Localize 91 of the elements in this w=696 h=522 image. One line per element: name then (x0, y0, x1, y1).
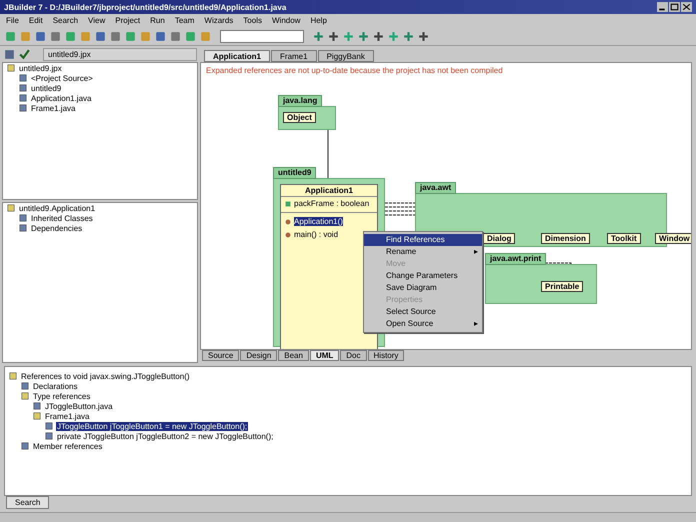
toolbar-icon[interactable] (312, 30, 325, 42)
class-box[interactable]: Toolkit (607, 233, 641, 244)
toolbar-icon[interactable] (372, 30, 385, 42)
node-icon (7, 204, 15, 212)
toolbar-icon[interactable] (357, 30, 370, 42)
class-box[interactable]: Printable (541, 281, 584, 292)
menu-item[interactable]: Tools (243, 16, 262, 25)
package-tab[interactable]: java.awt.print (485, 253, 546, 265)
maximize-icon[interactable] (669, 2, 680, 12)
toolbar-icon[interactable] (34, 30, 47, 42)
editor-tab[interactable]: Application1 (204, 50, 270, 62)
tree-item[interactable]: Inherited Classes (30, 214, 94, 222)
method-label[interactable]: Application1() (294, 217, 343, 226)
menu-item[interactable]: Run (150, 16, 165, 25)
view-tab[interactable]: Bean (278, 350, 309, 361)
node-icon (19, 84, 27, 92)
class-name: Application1 (281, 185, 377, 197)
tree-item[interactable]: untitled9.Application1 (18, 204, 96, 212)
tree-item[interactable]: JToggleButton.java (44, 402, 114, 410)
tree-item[interactable]: <Project Source> (30, 74, 94, 82)
view-tab[interactable]: History (368, 350, 404, 361)
tree-item[interactable]: untitled9 (30, 84, 62, 92)
tree-item[interactable]: Declarations (32, 382, 78, 390)
package-tab[interactable]: java.awt (415, 182, 456, 194)
minimize-icon[interactable] (657, 2, 668, 12)
node-icon (21, 382, 29, 390)
node-icon (19, 104, 27, 112)
class-box[interactable]: Object (283, 112, 316, 123)
toolbar-icon[interactable] (94, 30, 107, 42)
menu-item[interactable]: Find References (364, 234, 482, 246)
node-icon (33, 402, 41, 410)
view-tab[interactable]: Doc (340, 350, 367, 361)
close-icon[interactable] (681, 2, 692, 12)
toolbar-icon[interactable] (417, 30, 430, 42)
tree-item[interactable]: Frame1.java (44, 412, 90, 420)
toolbar-icon[interactable] (18, 48, 31, 61)
toolbar-icon[interactable] (109, 30, 122, 42)
message-tab[interactable]: Search (6, 496, 50, 509)
package-tab[interactable]: untitled9 (273, 167, 316, 179)
node-icon (21, 442, 29, 450)
tree-item[interactable]: Member references (32, 442, 104, 450)
menu-item[interactable]: Edit (28, 16, 43, 25)
method-label[interactable]: main() : void (294, 230, 338, 239)
field-icon (284, 200, 292, 208)
view-tab[interactable]: Design (240, 350, 278, 361)
warning-message: Expanded references are not up-to-date because the project has not been compiled (206, 66, 503, 75)
field-label: packFrame : boolean (294, 199, 370, 208)
menu-item[interactable]: Wizards (204, 16, 234, 25)
view-tab[interactable]: Source (202, 350, 240, 361)
menu-item[interactable]: Search (52, 16, 78, 25)
toolbar-icon[interactable] (169, 30, 182, 42)
package-tab[interactable]: java.lang (278, 95, 322, 107)
class-box[interactable]: Application1 packFrame : boolean Application1() main() : void (280, 184, 378, 349)
menu-item[interactable]: Help (310, 16, 327, 25)
node-icon (19, 224, 27, 232)
menu-item[interactable]: Team (174, 16, 194, 25)
menu-item[interactable]: Project (115, 16, 140, 25)
tree-item[interactable]: References to void javax.swing.JToggleButton() (20, 372, 191, 380)
window-title: JBuilder 7 - D:/JBuilder7/jbproject/untitled9/src/untitled9/Application1.java (4, 2, 286, 12)
tree-item[interactable]: Application1.java (30, 94, 92, 102)
node-icon (9, 372, 17, 380)
tree-item[interactable]: Type references (32, 392, 92, 400)
project-dropdown[interactable]: untitled9.jpx (43, 48, 197, 61)
node-icon (19, 74, 27, 82)
tree-item[interactable]: private JToggleButton jToggleButton2 = new JToggleButton(); (56, 432, 274, 440)
class-box[interactable]: Dialog (483, 233, 516, 244)
toolbar-icon[interactable] (154, 30, 167, 42)
node-icon (7, 64, 15, 72)
tree-item[interactable]: JToggleButton jToggleButton1 = new JToggleButton(); (56, 422, 248, 430)
class-box[interactable]: Dimension (541, 233, 590, 244)
toolbar-icon[interactable] (327, 30, 340, 42)
tree-item[interactable]: Frame1.java (30, 104, 76, 112)
editor-tab[interactable]: PiggyBank (318, 50, 374, 62)
menu-item[interactable]: Window (272, 16, 300, 25)
node-icon (19, 214, 27, 222)
editor-tab[interactable]: Frame1 (271, 50, 317, 62)
toolbar-icon[interactable] (49, 30, 62, 42)
node-icon (21, 392, 29, 400)
menu-item[interactable]: View (88, 16, 106, 25)
search-combo[interactable] (220, 30, 304, 42)
tree-item[interactable]: untitled9.jpx (18, 64, 63, 72)
toolbar-icon[interactable] (402, 30, 415, 42)
node-icon (33, 412, 41, 420)
node-icon (45, 432, 53, 440)
view-tab[interactable]: UML (310, 350, 340, 361)
node-icon (45, 422, 53, 430)
tree-item[interactable]: Dependencies (30, 224, 84, 232)
class-box[interactable]: Window (655, 233, 691, 244)
toolbar-icon[interactable] (3, 48, 16, 61)
menu-item[interactable]: File (6, 16, 19, 25)
node-icon (19, 94, 27, 102)
